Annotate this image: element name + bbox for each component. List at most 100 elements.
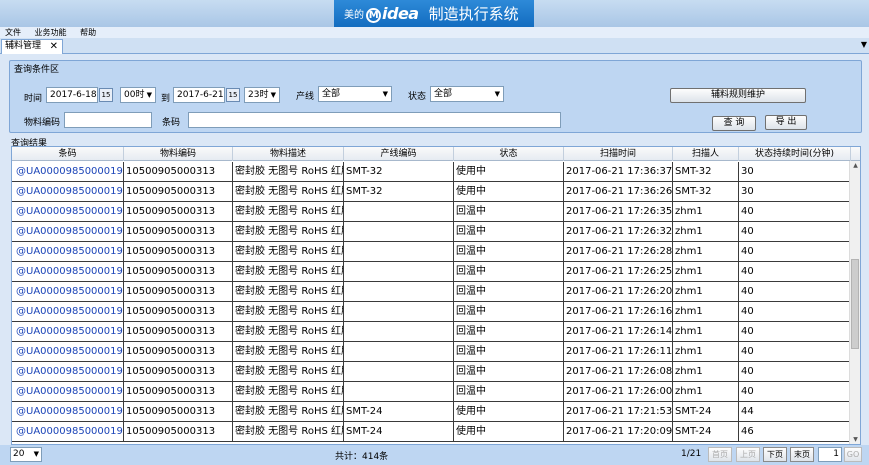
cell-barcode[interactable]: @UA000098500001986 [12,422,124,442]
cell-barcode[interactable]: @UA000098500001987 [12,362,124,382]
cell-duration: 40 [739,282,851,302]
cell-material-desc: 密封胶 无图号 RoHS 红胶 [233,322,344,342]
col-material-desc[interactable]: 物料描述 [233,147,344,161]
cell-barcode[interactable]: @UA000098500001987 [12,342,124,362]
cell-barcode[interactable]: @UA000098500001986 [12,282,124,302]
cell-barcode[interactable]: @UA000098500001986 [12,382,124,402]
page-size-select[interactable]: 20 ▼ [10,447,42,462]
search-button[interactable]: 查 询 [712,116,756,131]
tab-material-management[interactable]: 辅料管理 ✕ [1,39,63,54]
cell-scan-time: 2017-06-21 17:26:16 [564,302,673,322]
table-row[interactable]: @UA000098500001987 10500905000313 密封胶 无图号 … [12,362,851,382]
export-button[interactable]: 导 出 [765,115,807,130]
cell-barcode[interactable]: @UA000098500001987 [12,202,124,222]
cell-barcode[interactable]: @UA000098500001985 [12,402,124,422]
cell-status: 回温中 [454,262,564,282]
line-select[interactable]: 全部 ▼ [318,86,392,102]
page-number-input[interactable]: 1 [818,447,842,462]
first-page-button[interactable]: 首页 [708,447,732,462]
cell-status: 回温中 [454,362,564,382]
cell-line-code [344,382,454,402]
hour-to-select[interactable]: 23时 ▼ [244,87,280,103]
cell-scan-time: 2017-06-21 17:20:09 [564,422,673,442]
table-row[interactable]: @UA000098500001986 10500905000313 密封胶 无图号 … [12,162,851,182]
col-scanner[interactable]: 扫描人 [673,147,739,161]
barcode-input[interactable] [188,112,561,128]
cell-scan-time: 2017-06-21 17:26:00 [564,382,673,402]
cell-line-code [344,302,454,322]
cell-material-code: 10500905000313 [124,182,233,202]
col-line-code[interactable]: 产线编码 [344,147,454,161]
cell-material-code: 10500905000313 [124,162,233,182]
cell-barcode[interactable]: @UA000098500001986 [12,162,124,182]
scroll-thumb[interactable] [851,259,859,349]
cell-barcode[interactable]: @UA000098500001987 [12,242,124,262]
cell-scanner: zhm1 [673,242,739,262]
close-icon[interactable]: ✕ [50,40,58,53]
cell-status: 回温中 [454,202,564,222]
date-from-input[interactable]: 2017-6-18 [46,87,98,103]
table-row[interactable]: @UA000098500001986 10500905000313 密封胶 无图号 … [12,282,851,302]
col-status[interactable]: 状态 [454,147,564,161]
cell-material-code: 10500905000313 [124,262,233,282]
table-row[interactable]: @UA000098500001986 10500905000313 密封胶 无图号 … [12,422,851,442]
last-page-button[interactable]: 末页 [790,447,814,462]
tab-label: 辅料管理 [5,41,42,51]
col-material-code[interactable]: 物料编码 [124,147,233,161]
hour-to-value: 23时 [248,90,269,100]
table-row[interactable]: @UA000098500001986 10500905000313 密封胶 无图号 … [12,382,851,402]
prev-page-button[interactable]: 上页 [736,447,760,462]
table-row[interactable]: @UA000098500001987 10500905000313 密封胶 无图号 … [12,262,851,282]
material-code-label: 物料编码 [24,118,61,128]
cell-scanner: zhm1 [673,342,739,362]
midea-logo-mark: M [366,8,381,23]
menu-business[interactable]: 业务功能 [35,28,67,37]
cell-scan-time: 2017-06-21 17:26:25 [564,262,673,282]
vertical-scrollbar[interactable]: ▲ ▼ [849,161,860,444]
cell-scanner: zhm1 [673,282,739,302]
calendar-from-icon[interactable]: 15 [99,88,113,102]
material-code-input[interactable] [64,112,152,128]
go-button[interactable]: GO [844,447,862,462]
cell-status: 使用中 [454,162,564,182]
cell-duration: 44 [739,402,851,422]
table-row[interactable]: @UA000098500001987 10500905000313 密封胶 无图号 … [12,342,851,362]
cell-scanner: zhm1 [673,262,739,282]
cell-barcode[interactable]: @UA000098500001987 [12,222,124,242]
table-row[interactable]: @UA000098500001985 10500905000313 密封胶 无图号 … [12,402,851,422]
cell-status: 回温中 [454,382,564,402]
cell-barcode[interactable]: @UA000098500001986 [12,182,124,202]
col-scan-time[interactable]: 扫描时间 [564,147,673,161]
table-row[interactable]: @UA000098500001986 10500905000313 密封胶 无图号 … [12,322,851,342]
scroll-up-icon[interactable]: ▲ [851,161,860,171]
cell-barcode[interactable]: @UA000098500001986 [12,302,124,322]
table-row[interactable]: @UA000098500001986 10500905000313 密封胶 无图号 … [12,302,851,322]
cell-duration: 40 [739,322,851,342]
cell-scan-time: 2017-06-21 17:26:08 [564,362,673,382]
cell-material-code: 10500905000313 [124,202,233,222]
table-row[interactable]: @UA000098500001986 10500905000313 密封胶 无图号 … [12,182,851,202]
cell-barcode[interactable]: @UA000098500001987 [12,262,124,282]
material-rule-button[interactable]: 辅料规则维护 [670,88,806,103]
cell-duration: 40 [739,262,851,282]
hour-from-select[interactable]: 00时 ▼ [120,87,156,103]
col-barcode[interactable]: 条码 [12,147,124,161]
table-row[interactable]: @UA000098500001987 10500905000313 密封胶 无图号 … [12,222,851,242]
page-info: 1/21 [681,449,702,459]
next-page-button[interactable]: 下页 [763,447,787,462]
status-select[interactable]: 全部 ▼ [430,86,504,102]
tab-dropdown-icon[interactable]: ▼ [861,40,867,49]
cell-barcode[interactable]: @UA000098500001986 [12,322,124,342]
table-row[interactable]: @UA000098500001987 10500905000313 密封胶 无图号 … [12,202,851,222]
cell-material-desc: 密封胶 无图号 RoHS 红胶 [233,342,344,362]
menu-help[interactable]: 帮助 [80,28,96,37]
table-row[interactable]: @UA000098500001987 10500905000313 密封胶 无图号 … [12,242,851,262]
cell-material-code: 10500905000313 [124,342,233,362]
col-duration[interactable]: 状态持续时间(分钟) [739,147,851,161]
date-to-input[interactable]: 2017-6-21 [173,87,225,103]
barcode-label: 条码 [162,118,181,128]
app-header: 美的 Midea 制造执行系统 [0,0,869,27]
calendar-to-icon[interactable]: 15 [226,88,240,102]
scroll-down-icon[interactable]: ▼ [851,435,860,444]
menu-file[interactable]: 文件 [5,28,21,37]
